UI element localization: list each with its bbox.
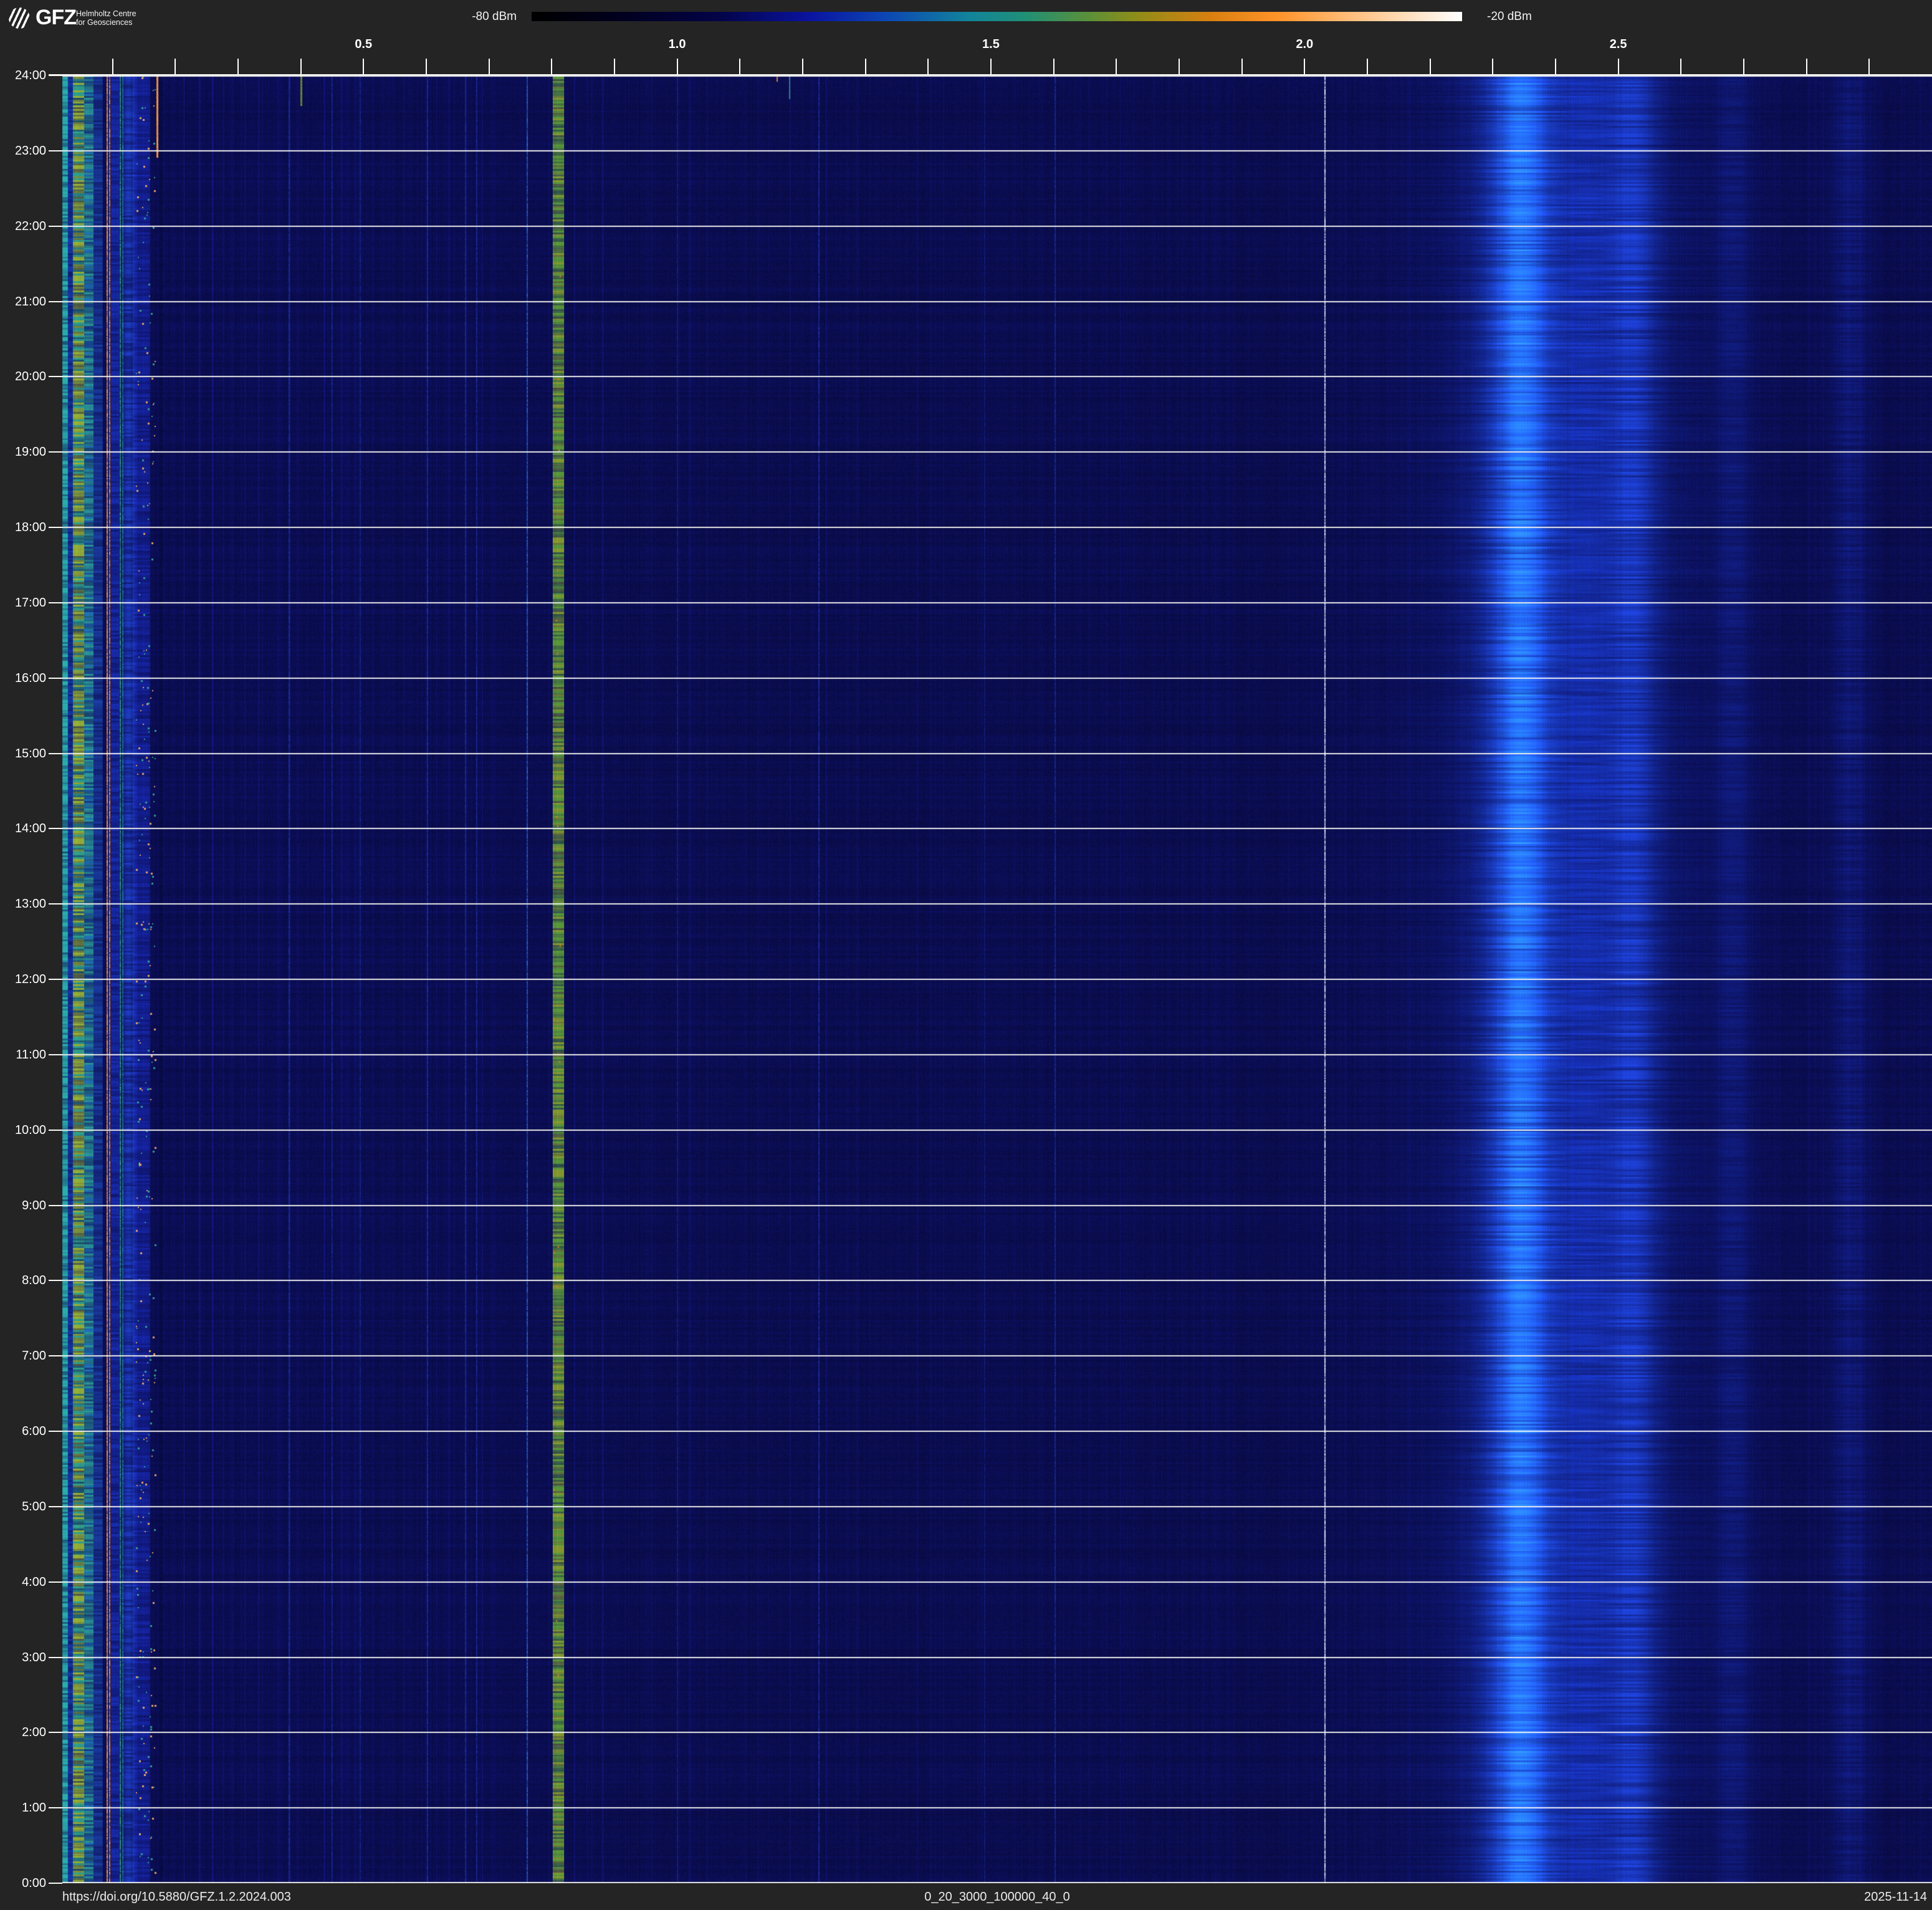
time-tick: [49, 1431, 62, 1432]
dataset-id-label: 0_20_3000_100000_40_0: [924, 1890, 1070, 1904]
time-label: 10:00: [0, 1123, 46, 1138]
freq-tick: [1241, 59, 1243, 75]
time-tick: [49, 1054, 62, 1055]
time-label: 6:00: [0, 1424, 46, 1439]
time-label: 16:00: [0, 671, 46, 686]
time-tick: [49, 1657, 62, 1658]
freq-tick: [865, 59, 866, 75]
freq-tick: [1116, 59, 1117, 75]
freq-tick: [1618, 59, 1619, 75]
freq-tick: [300, 59, 302, 75]
time-tick: [49, 451, 62, 453]
time-label: 3:00: [0, 1651, 46, 1665]
date-label: 2025-11-14: [1864, 1890, 1927, 1904]
freq-tick-label: 0.5: [338, 37, 388, 52]
freq-tick: [1743, 59, 1744, 75]
freq-tick: [426, 59, 427, 75]
freq-tick: [363, 59, 364, 75]
time-tick: [49, 1130, 62, 1131]
doi-link[interactable]: https://doi.org/10.5880/GFZ.1.2.2024.003: [62, 1890, 291, 1904]
freq-tick: [1492, 59, 1493, 75]
time-label: 12:00: [0, 972, 46, 987]
freq-tick: [1555, 59, 1556, 75]
time-label: 19:00: [0, 445, 46, 459]
freq-tick: [489, 59, 490, 75]
freq-tick: [551, 59, 552, 75]
time-label: 24:00: [0, 69, 46, 83]
colorbar-min-label: -80 dBm: [0, 10, 517, 24]
freq-tick: [739, 59, 740, 75]
freq-tick-label: 2.0: [1279, 37, 1329, 52]
freq-tick: [1680, 59, 1681, 75]
freq-tick: [237, 59, 239, 75]
time-label: 7:00: [0, 1349, 46, 1363]
time-label: 23:00: [0, 144, 46, 158]
time-tick: [49, 1506, 62, 1507]
spectrogram-page: GFZ Helmholtz Centre for Geosciences -80…: [0, 0, 1932, 1910]
time-tick: [49, 527, 62, 528]
freq-tick: [112, 59, 113, 75]
time-tick: [49, 1732, 62, 1733]
freq-tick: [677, 59, 678, 75]
freq-tick: [614, 59, 615, 75]
time-label: 8:00: [0, 1274, 46, 1288]
freq-tick-label: 1.0: [653, 37, 702, 52]
time-tick: [49, 828, 62, 829]
freq-tick: [927, 59, 929, 75]
freq-tick: [1053, 59, 1054, 75]
time-label: 17:00: [0, 596, 46, 610]
time-tick: [49, 1581, 62, 1583]
freq-tick: [175, 59, 176, 75]
freq-tick: [1304, 59, 1305, 75]
time-label: 4:00: [0, 1575, 46, 1590]
time-tick: [49, 1355, 62, 1356]
spectrogram-canvas: [62, 75, 1932, 1883]
time-tick: [49, 75, 62, 76]
freq-tick: [1868, 59, 1870, 75]
freq-tick: [990, 59, 992, 75]
time-label: 21:00: [0, 295, 46, 309]
time-tick: [49, 903, 62, 905]
time-tick: [49, 979, 62, 980]
time-label: 13:00: [0, 897, 46, 911]
freq-tick: [1179, 59, 1180, 75]
freq-tick: [1806, 59, 1807, 75]
time-tick: [49, 1883, 62, 1884]
time-label: 9:00: [0, 1199, 46, 1213]
colorbar: [532, 12, 1462, 21]
time-label: 22:00: [0, 219, 46, 234]
time-label: 1:00: [0, 1801, 46, 1815]
freq-tick: [1430, 59, 1431, 75]
freq-tick-label: 2.5: [1594, 37, 1643, 52]
colorbar-max-label: -20 dBm: [1487, 10, 1532, 24]
time-tick: [49, 678, 62, 679]
time-tick: [49, 602, 62, 603]
time-tick: [49, 1280, 62, 1281]
freq-tick: [802, 59, 803, 75]
time-label: 14:00: [0, 822, 46, 836]
time-label: 0:00: [0, 1876, 46, 1891]
time-label: 5:00: [0, 1500, 46, 1514]
time-label: 18:00: [0, 521, 46, 535]
time-label: 15:00: [0, 747, 46, 761]
time-tick: [49, 1205, 62, 1206]
freq-tick-label: 1.5: [966, 37, 1016, 52]
time-label: 20:00: [0, 370, 46, 384]
time-tick: [49, 753, 62, 754]
time-tick: [49, 301, 62, 302]
time-label: 11:00: [0, 1048, 46, 1062]
time-tick: [49, 1807, 62, 1808]
time-tick: [49, 150, 62, 151]
freq-tick: [1367, 59, 1368, 75]
time-tick: [49, 226, 62, 227]
time-tick: [49, 376, 62, 377]
time-label: 2:00: [0, 1725, 46, 1740]
